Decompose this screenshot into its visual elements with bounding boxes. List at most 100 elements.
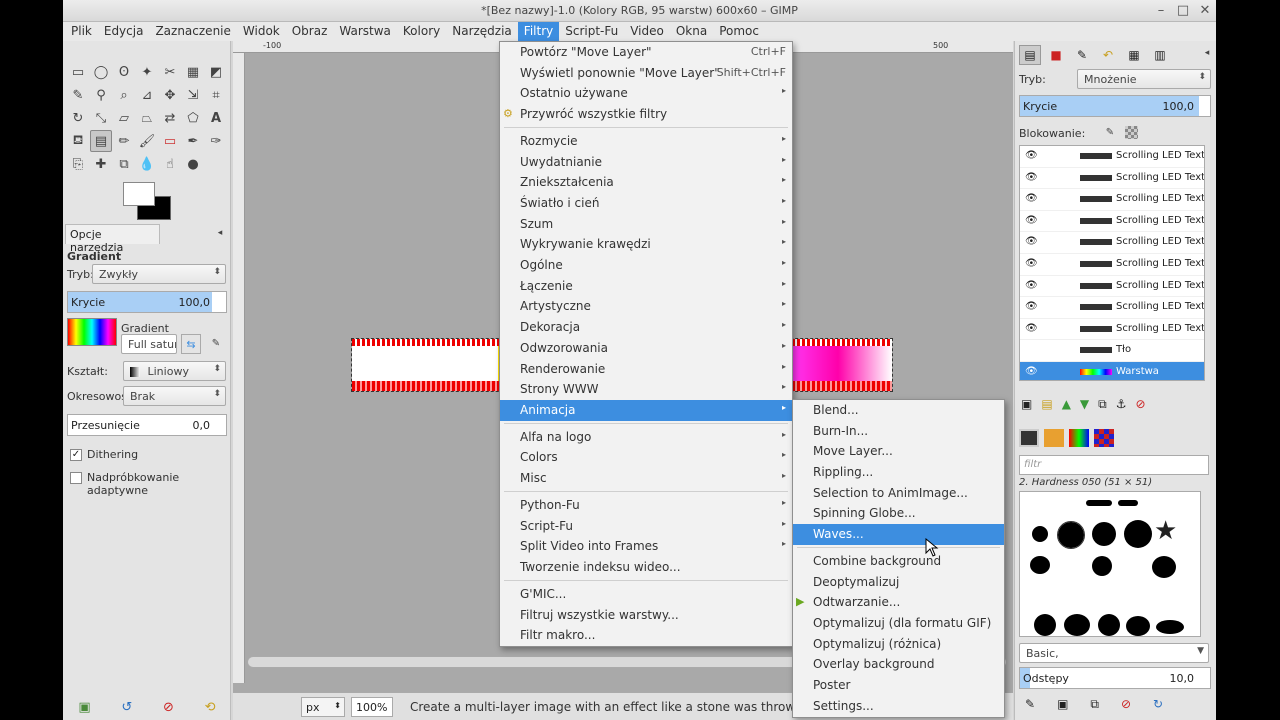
- unit-combo[interactable]: px ⬍: [301, 697, 345, 717]
- channels-tab-icon[interactable]: ■: [1045, 45, 1067, 65]
- edit-gradient-icon[interactable]: ✎: [209, 336, 223, 350]
- brush-swatch[interactable]: [1032, 526, 1048, 542]
- menu-zaznaczenie[interactable]: Zaznaczenie: [149, 22, 236, 41]
- menu-item[interactable]: Script-Fu ▸: [500, 516, 792, 537]
- scissors-icon[interactable]: ✂: [159, 61, 181, 83]
- zoom-icon[interactable]: ⌕: [113, 84, 135, 106]
- paths-tab-icon[interactable]: ✎: [1071, 45, 1093, 65]
- menu-item[interactable]: G'MIC...: [500, 584, 792, 605]
- menu-item[interactable]: Poster: [793, 675, 1004, 696]
- menu-item[interactable]: Selection to AnimImage...: [793, 483, 1004, 504]
- edit-brush-icon[interactable]: ✎: [1025, 697, 1035, 712]
- cage-icon[interactable]: ⬠: [182, 107, 204, 129]
- menu-item[interactable]: Split Video into Frames ▸: [500, 536, 792, 557]
- duplicate-brush-icon[interactable]: ⧉: [1090, 697, 1099, 712]
- save-options-icon[interactable]: ▣: [78, 700, 90, 715]
- menu-item[interactable]: Overlay background: [793, 654, 1004, 675]
- menu-item[interactable]: Tworzenie indeksu wideo...: [500, 557, 792, 578]
- menu-item[interactable]: Blend...: [793, 400, 1004, 421]
- menu-item[interactable]: Wykrywanie krawędzi ▸: [500, 234, 792, 255]
- menu-item[interactable]: Filtruj wszystkie warstwy...: [500, 605, 792, 626]
- minimize-button[interactable]: –: [1153, 3, 1169, 19]
- brush-swatch[interactable]: [1092, 522, 1116, 546]
- menu-item[interactable]: Settings...: [793, 696, 1004, 717]
- scale-icon[interactable]: ⤡: [90, 107, 112, 129]
- brush-swatch[interactable]: [1034, 614, 1056, 636]
- menu-item[interactable]: Powtórz "Move Layer" Ctrl+F: [500, 42, 792, 63]
- lock-alpha-icon[interactable]: [1125, 126, 1138, 139]
- menu-item[interactable]: ⚙ Przywróć wszystkie filtry: [500, 104, 792, 125]
- menu-narzedzia[interactable]: Narzędzia: [446, 22, 518, 41]
- color-select-icon[interactable]: ▦: [182, 61, 204, 83]
- eye-icon[interactable]: 👁: [1025, 366, 1038, 377]
- eye-icon[interactable]: 👁: [1025, 193, 1038, 204]
- layer-row[interactable]: Tło: [1020, 340, 1204, 362]
- menu-item[interactable]: Wyświetl ponownie "Move Layer" Shift+Ctrl…: [500, 63, 792, 84]
- crop-icon[interactable]: ⌗: [205, 84, 227, 106]
- menu-item[interactable]: Spinning Globe...: [793, 503, 1004, 524]
- menu-item[interactable]: Optymalizuj (dla formatu GIF): [793, 613, 1004, 634]
- offset-slider[interactable]: Przesunięcie 0,0: [67, 414, 227, 436]
- layer-row[interactable]: 👁 Scrolling LED Text: [1020, 211, 1204, 233]
- star-brush-icon[interactable]: ★: [1154, 518, 1177, 544]
- menu-edycja[interactable]: Edycja: [98, 22, 150, 41]
- eye-icon[interactable]: 👁: [1025, 150, 1038, 161]
- delete-options-icon[interactable]: ⊘: [163, 700, 174, 715]
- maximize-button[interactable]: □: [1175, 3, 1191, 19]
- bucket-fill-icon[interactable]: ⛾: [67, 130, 89, 152]
- mode-combo[interactable]: Zwykły ⬍: [92, 264, 226, 284]
- patterns-tab-icon[interactable]: [1044, 429, 1064, 447]
- brush-swatch[interactable]: [1098, 614, 1120, 636]
- new-brush-icon[interactable]: ▣: [1057, 697, 1068, 712]
- panel-config-icon[interactable]: ◂: [213, 226, 227, 240]
- menu-item[interactable]: Move Layer...: [793, 441, 1004, 462]
- brush-swatch[interactable]: [1124, 520, 1152, 548]
- menu-item[interactable]: Animacja ▸: [500, 399, 792, 421]
- close-button[interactable]: ✕: [1197, 3, 1213, 19]
- menu-item[interactable]: Misc ▸: [500, 468, 792, 489]
- brush-grid[interactable]: ★: [1019, 491, 1201, 637]
- blur-icon[interactable]: 💧: [136, 153, 158, 175]
- lasso-icon[interactable]: ʘ: [113, 61, 135, 83]
- menu-item[interactable]: Deoptymalizuj: [793, 572, 1004, 593]
- menu-item[interactable]: Burn-In...: [793, 421, 1004, 442]
- flip-icon[interactable]: ⇄: [159, 107, 181, 129]
- menu-item[interactable]: Strony WWW ▸: [500, 379, 792, 400]
- menu-kolory[interactable]: Kolory: [397, 22, 446, 41]
- menu-filtry[interactable]: Filtry: [517, 22, 560, 41]
- anchor-layer-icon[interactable]: ⚓: [1116, 397, 1127, 412]
- menu-item[interactable]: Colors ▸: [500, 447, 792, 468]
- menu-plik[interactable]: Plik: [65, 22, 98, 41]
- align-icon[interactable]: ⇲: [182, 84, 204, 106]
- eye-icon[interactable]: 👁: [1025, 323, 1038, 334]
- layer-mode-combo[interactable]: Mnożenie ⬍: [1077, 69, 1211, 89]
- heal-icon[interactable]: ✚: [90, 153, 112, 175]
- menu-script-fu[interactable]: Script-Fu: [559, 22, 624, 41]
- layer-row[interactable]: 👁 Scrolling LED Text: [1020, 189, 1204, 211]
- gradient-preview[interactable]: [67, 318, 117, 346]
- text-icon[interactable]: A: [205, 107, 227, 129]
- eye-icon[interactable]: 👁: [1025, 301, 1038, 312]
- menu-item[interactable]: ▶ Odtwarzanie...: [793, 592, 1004, 613]
- eye-icon[interactable]: 👁: [1025, 236, 1038, 247]
- menu-item[interactable]: Renderowanie ▸: [500, 359, 792, 380]
- eraser-icon[interactable]: ▭: [159, 130, 181, 152]
- undo-tab-icon[interactable]: ↶: [1097, 45, 1119, 65]
- foreground-color[interactable]: [123, 182, 155, 206]
- paths-icon[interactable]: ✎: [67, 84, 89, 106]
- layer-row[interactable]: 👁 Scrolling LED Text: [1020, 146, 1204, 168]
- color-picker-icon[interactable]: ⚲: [90, 84, 112, 106]
- menu-okna[interactable]: Okna: [670, 22, 713, 41]
- menu-item[interactable]: Rozmycie ▸: [500, 131, 792, 152]
- menu-pomoc[interactable]: Pomoc: [713, 22, 765, 41]
- document-tab-icon[interactable]: ▥: [1149, 45, 1171, 65]
- menu-item[interactable]: Filtr makro...: [500, 625, 792, 646]
- delete-brush-icon[interactable]: ⊘: [1121, 697, 1131, 712]
- opacity-slider[interactable]: Krycie 100,0: [67, 291, 227, 313]
- gradient-name-field[interactable]: Full saturat: [121, 334, 177, 354]
- duplicate-layer-icon[interactable]: ⧉: [1098, 397, 1107, 412]
- menu-item[interactable]: Artystyczne ▸: [500, 296, 792, 317]
- brush-swatch[interactable]: [1156, 620, 1184, 634]
- layer-row[interactable]: 👁 Scrolling LED Text: [1020, 254, 1204, 276]
- fuzzy-select-icon[interactable]: ✦: [136, 61, 158, 83]
